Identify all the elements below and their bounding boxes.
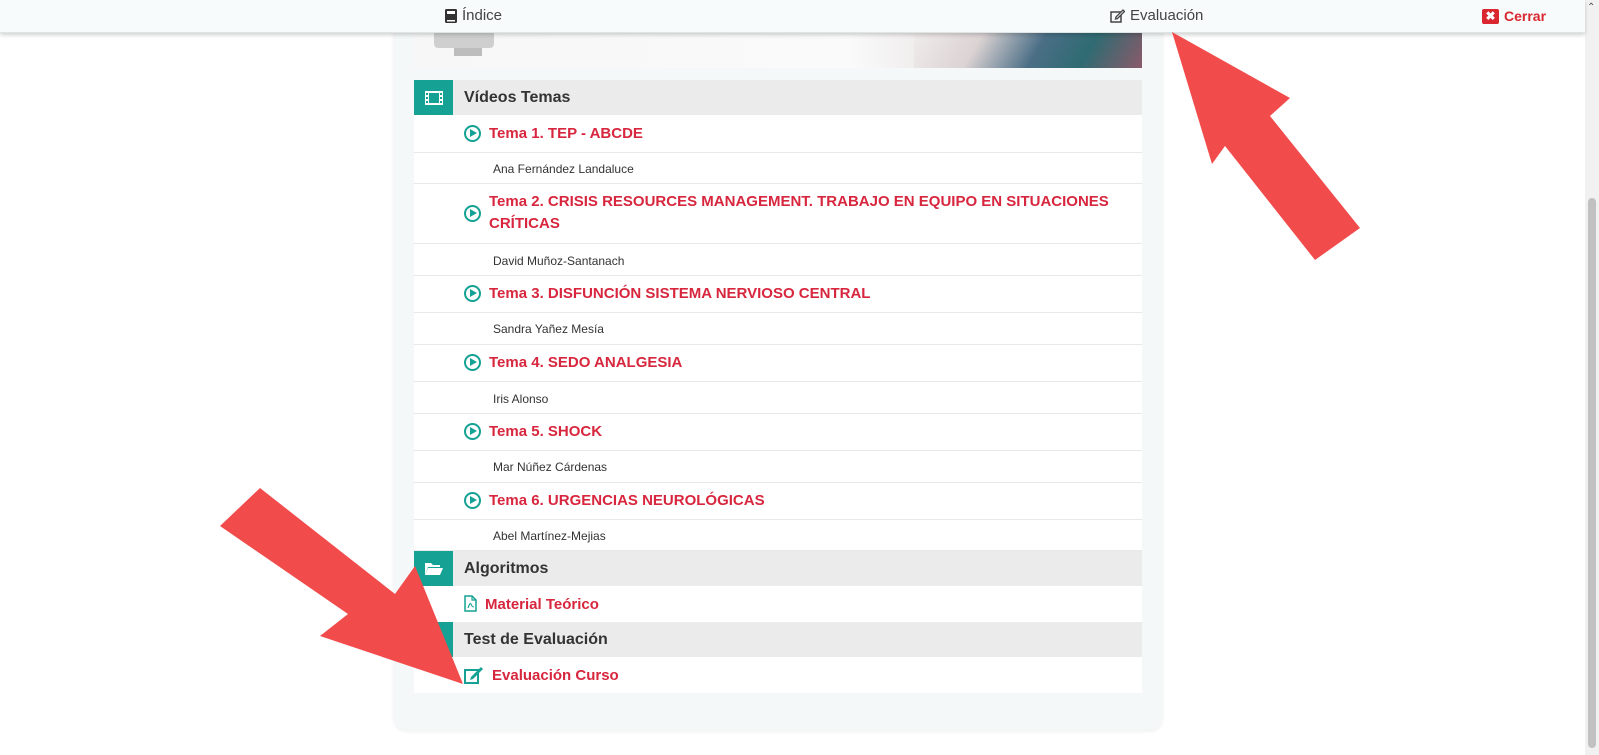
author-name: David Muñoz-Santanach bbox=[493, 254, 625, 268]
scrollbar[interactable]: ⌃ bbox=[1585, 0, 1599, 755]
scrollbar-thumb[interactable] bbox=[1588, 198, 1596, 748]
author-row: Iris Alonso bbox=[414, 382, 1142, 414]
evaluacion-curso-row[interactable]: Evaluación Curso bbox=[414, 657, 1142, 693]
author-row: Sandra Yañez Mesía bbox=[414, 313, 1142, 345]
topic-title[interactable]: Tema 3. DISFUNCIÓN SISTEMA NERVIOSO CENT… bbox=[489, 283, 1129, 305]
topic-row[interactable]: Tema 5. SHOCK bbox=[414, 414, 1142, 451]
scroll-up-icon[interactable]: ⌃ bbox=[1587, 2, 1595, 13]
cerrar-label: Cerrar bbox=[1504, 8, 1547, 24]
evaluacion-button[interactable]: Evaluación bbox=[1110, 7, 1203, 24]
topic-title[interactable]: Tema 1. TEP - ABCDE bbox=[489, 123, 1129, 145]
section-videos-title: Vídeos Temas bbox=[464, 88, 571, 106]
indice-label: Índice bbox=[462, 7, 503, 24]
section-videos-header: Vídeos Temas bbox=[414, 80, 1142, 115]
evaluacion-label: Evaluación bbox=[1130, 7, 1204, 24]
author-row: Mar Núñez Cárdenas bbox=[414, 451, 1142, 483]
author-name: Mar Núñez Cárdenas bbox=[493, 460, 608, 474]
film-icon bbox=[414, 80, 453, 115]
material-teorico-link[interactable]: Material Teórico bbox=[485, 596, 599, 613]
monitor-base bbox=[454, 48, 482, 56]
close-icon: ✖ bbox=[1482, 8, 1499, 24]
topic-row[interactable]: Tema 3. DISFUNCIÓN SISTEMA NERVIOSO CENT… bbox=[414, 276, 1142, 313]
material-teorico-row[interactable]: Material Teórico bbox=[414, 586, 1142, 622]
annotation-arrow-down bbox=[220, 488, 463, 684]
author-row: Ana Fernández Landaluce bbox=[414, 153, 1142, 184]
topic-row[interactable]: Tema 6. URGENCIAS NEUROLÓGICAS bbox=[414, 483, 1142, 520]
book-icon bbox=[445, 8, 457, 23]
topic-title[interactable]: Tema 2. CRISIS RESOURCES MANAGEMENT. TRA… bbox=[489, 191, 1129, 235]
section-test-header: Test de Evaluación bbox=[414, 622, 1142, 657]
author-row: Abel Martínez-Mejias bbox=[414, 520, 1142, 551]
section-algoritmos-header: Algoritmos bbox=[414, 551, 1142, 586]
author-name: Sandra Yañez Mesía bbox=[493, 322, 604, 336]
author-name: Abel Martínez-Mejias bbox=[493, 529, 606, 543]
edit-icon bbox=[1110, 8, 1125, 23]
evaluacion-curso-link[interactable]: Evaluación Curso bbox=[492, 667, 619, 684]
cerrar-button[interactable]: ✖ Cerrar bbox=[1482, 8, 1546, 24]
play-icon bbox=[464, 285, 481, 302]
author-row: David Muñoz-Santanach bbox=[414, 244, 1142, 276]
topic-title[interactable]: Tema 6. URGENCIAS NEUROLÓGICAS bbox=[489, 490, 1129, 512]
play-icon bbox=[464, 125, 481, 142]
topic-row[interactable]: Tema 2. CRISIS RESOURCES MANAGEMENT. TRA… bbox=[414, 184, 1142, 244]
annotation-arrow-up bbox=[1172, 32, 1360, 260]
topic-title[interactable]: Tema 5. SHOCK bbox=[489, 421, 1129, 443]
play-icon bbox=[464, 354, 481, 371]
author-name: Iris Alonso bbox=[493, 392, 549, 406]
topic-row[interactable]: Tema 4. SEDO ANALGESIA bbox=[414, 345, 1142, 382]
indice-button[interactable]: Índice bbox=[445, 7, 502, 24]
topic-row[interactable]: Tema 1. TEP - ABCDE bbox=[414, 115, 1142, 153]
topic-title[interactable]: Tema 4. SEDO ANALGESIA bbox=[489, 352, 1129, 374]
play-icon bbox=[464, 205, 481, 222]
author-name: Ana Fernández Landaluce bbox=[493, 162, 634, 176]
play-icon bbox=[464, 423, 481, 440]
